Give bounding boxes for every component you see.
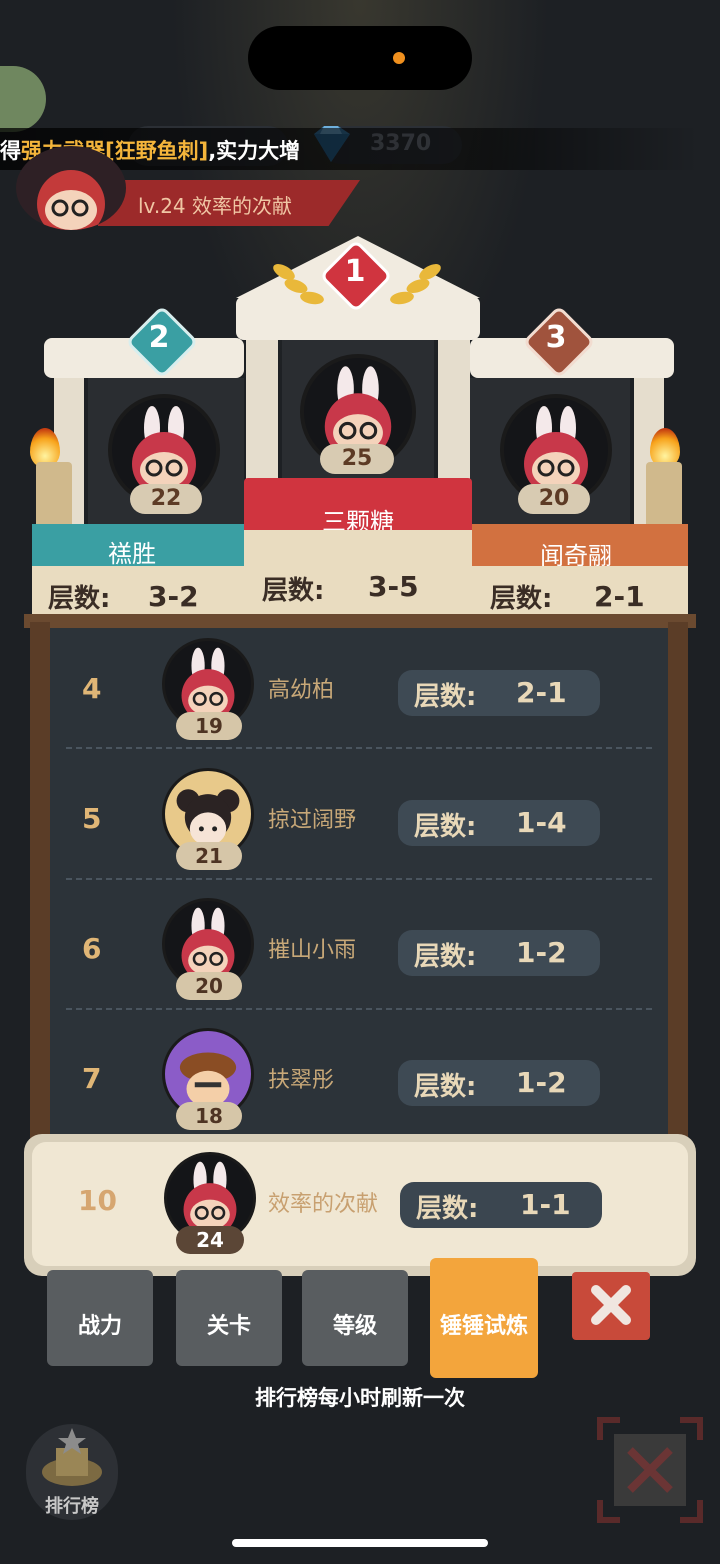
leaderboard-label: 排行榜 bbox=[45, 1496, 99, 1517]
tab-label: 战力 bbox=[77, 1314, 122, 1339]
tab-label: 关卡 bbox=[206, 1314, 251, 1339]
podium-column bbox=[246, 340, 278, 480]
rank-number-2: 2 bbox=[148, 320, 170, 355]
level-badge: 20 bbox=[176, 972, 242, 1000]
device-notch bbox=[248, 26, 472, 90]
trophy-icon bbox=[42, 1428, 102, 1486]
rank-number: 6 bbox=[82, 932, 102, 965]
close-button[interactable] bbox=[572, 1272, 650, 1340]
row-divider bbox=[66, 1008, 652, 1010]
level-badge: 20 bbox=[518, 484, 590, 514]
level-badge: 22 bbox=[130, 484, 202, 514]
level-badge: 19 bbox=[176, 712, 242, 740]
floor-label: 层数: bbox=[414, 942, 477, 972]
floor-label: 层数: bbox=[490, 584, 553, 614]
torch-right bbox=[646, 462, 682, 528]
floor-label: 层数: bbox=[414, 812, 477, 842]
close-large-icon[interactable] bbox=[596, 1416, 704, 1524]
floor-value-1: 3-5 bbox=[368, 570, 419, 603]
list-item[interactable]: 6 20 摧山小雨 层数: 1-2 bbox=[50, 884, 668, 1014]
floor-value: 1-2 bbox=[516, 936, 567, 969]
list-item[interactable]: 7 18 扶翠彤 层数: 1-2 bbox=[50, 1014, 668, 1136]
player-avatar-art bbox=[37, 170, 105, 230]
notice-suffix: ,实力大增 bbox=[208, 139, 301, 163]
player-name: 摧山小雨 bbox=[268, 938, 357, 963]
level-badge: 25 bbox=[320, 444, 394, 474]
player-name: 高幼柏 bbox=[268, 678, 335, 703]
refresh-note: 排行榜每小时刷新一次 bbox=[255, 1386, 465, 1410]
my-level-badge: 24 bbox=[176, 1226, 244, 1254]
floor-label: 层数: bbox=[48, 584, 111, 614]
list-frame-left bbox=[30, 622, 50, 1142]
home-indicator[interactable] bbox=[232, 1539, 488, 1547]
my-floor-value: 1-1 bbox=[520, 1188, 571, 1221]
rank-number-3: 3 bbox=[545, 320, 567, 355]
my-rank-number: 10 bbox=[78, 1184, 117, 1217]
floor-value: 1-2 bbox=[516, 1066, 567, 1099]
player-name: 掠过阔野 bbox=[268, 808, 357, 833]
rank-number: 4 bbox=[82, 672, 102, 705]
player-avatar[interactable] bbox=[16, 146, 126, 230]
camera-dot bbox=[393, 52, 405, 64]
torch-left bbox=[36, 462, 72, 528]
floor-label: 层数: bbox=[416, 1194, 479, 1224]
rank-number-1: 1 bbox=[344, 254, 366, 289]
floor-value-3: 2-1 bbox=[594, 580, 645, 613]
player-name: 扶翠彤 bbox=[268, 1068, 335, 1093]
tab-label: 锤锤试炼 bbox=[439, 1314, 528, 1339]
notice-prefix: 得 bbox=[0, 139, 21, 163]
floor-label: 层数: bbox=[262, 576, 325, 606]
level-badge: 18 bbox=[176, 1102, 242, 1130]
player-name-2: 禚胜 bbox=[108, 540, 156, 568]
floor-value: 2-1 bbox=[516, 676, 567, 709]
tab-hammer-trial[interactable]: 锤锤试炼 bbox=[430, 1258, 538, 1378]
player-level-name: lv.24 效率的次献 bbox=[138, 194, 293, 218]
floor-value-2: 3-2 bbox=[148, 580, 199, 613]
my-name: 效率的次献 bbox=[268, 1192, 379, 1217]
list-frame-right bbox=[668, 622, 688, 1142]
floor-label: 层数: bbox=[414, 1072, 477, 1102]
podium-column bbox=[438, 340, 470, 480]
level-badge: 21 bbox=[176, 842, 242, 870]
floor-label: 层数: bbox=[414, 682, 477, 712]
close-icon bbox=[591, 1285, 631, 1325]
rank-number: 5 bbox=[82, 802, 102, 835]
floor-value: 1-4 bbox=[516, 806, 567, 839]
list-item[interactable]: 4 19 高幼柏 层数: 2-1 bbox=[50, 624, 668, 754]
row-divider bbox=[66, 747, 652, 749]
list-item[interactable]: 5 21 掠过阔野 层数: 1-4 bbox=[50, 754, 668, 884]
tab-level[interactable]: 等级 bbox=[302, 1270, 408, 1366]
rank-number: 7 bbox=[82, 1062, 102, 1095]
tab-power[interactable]: 战力 bbox=[47, 1270, 153, 1366]
tab-label: 等级 bbox=[332, 1314, 377, 1339]
row-divider bbox=[66, 878, 652, 880]
tab-stage[interactable]: 关卡 bbox=[176, 1270, 282, 1366]
leaf-icon[interactable] bbox=[0, 66, 46, 132]
